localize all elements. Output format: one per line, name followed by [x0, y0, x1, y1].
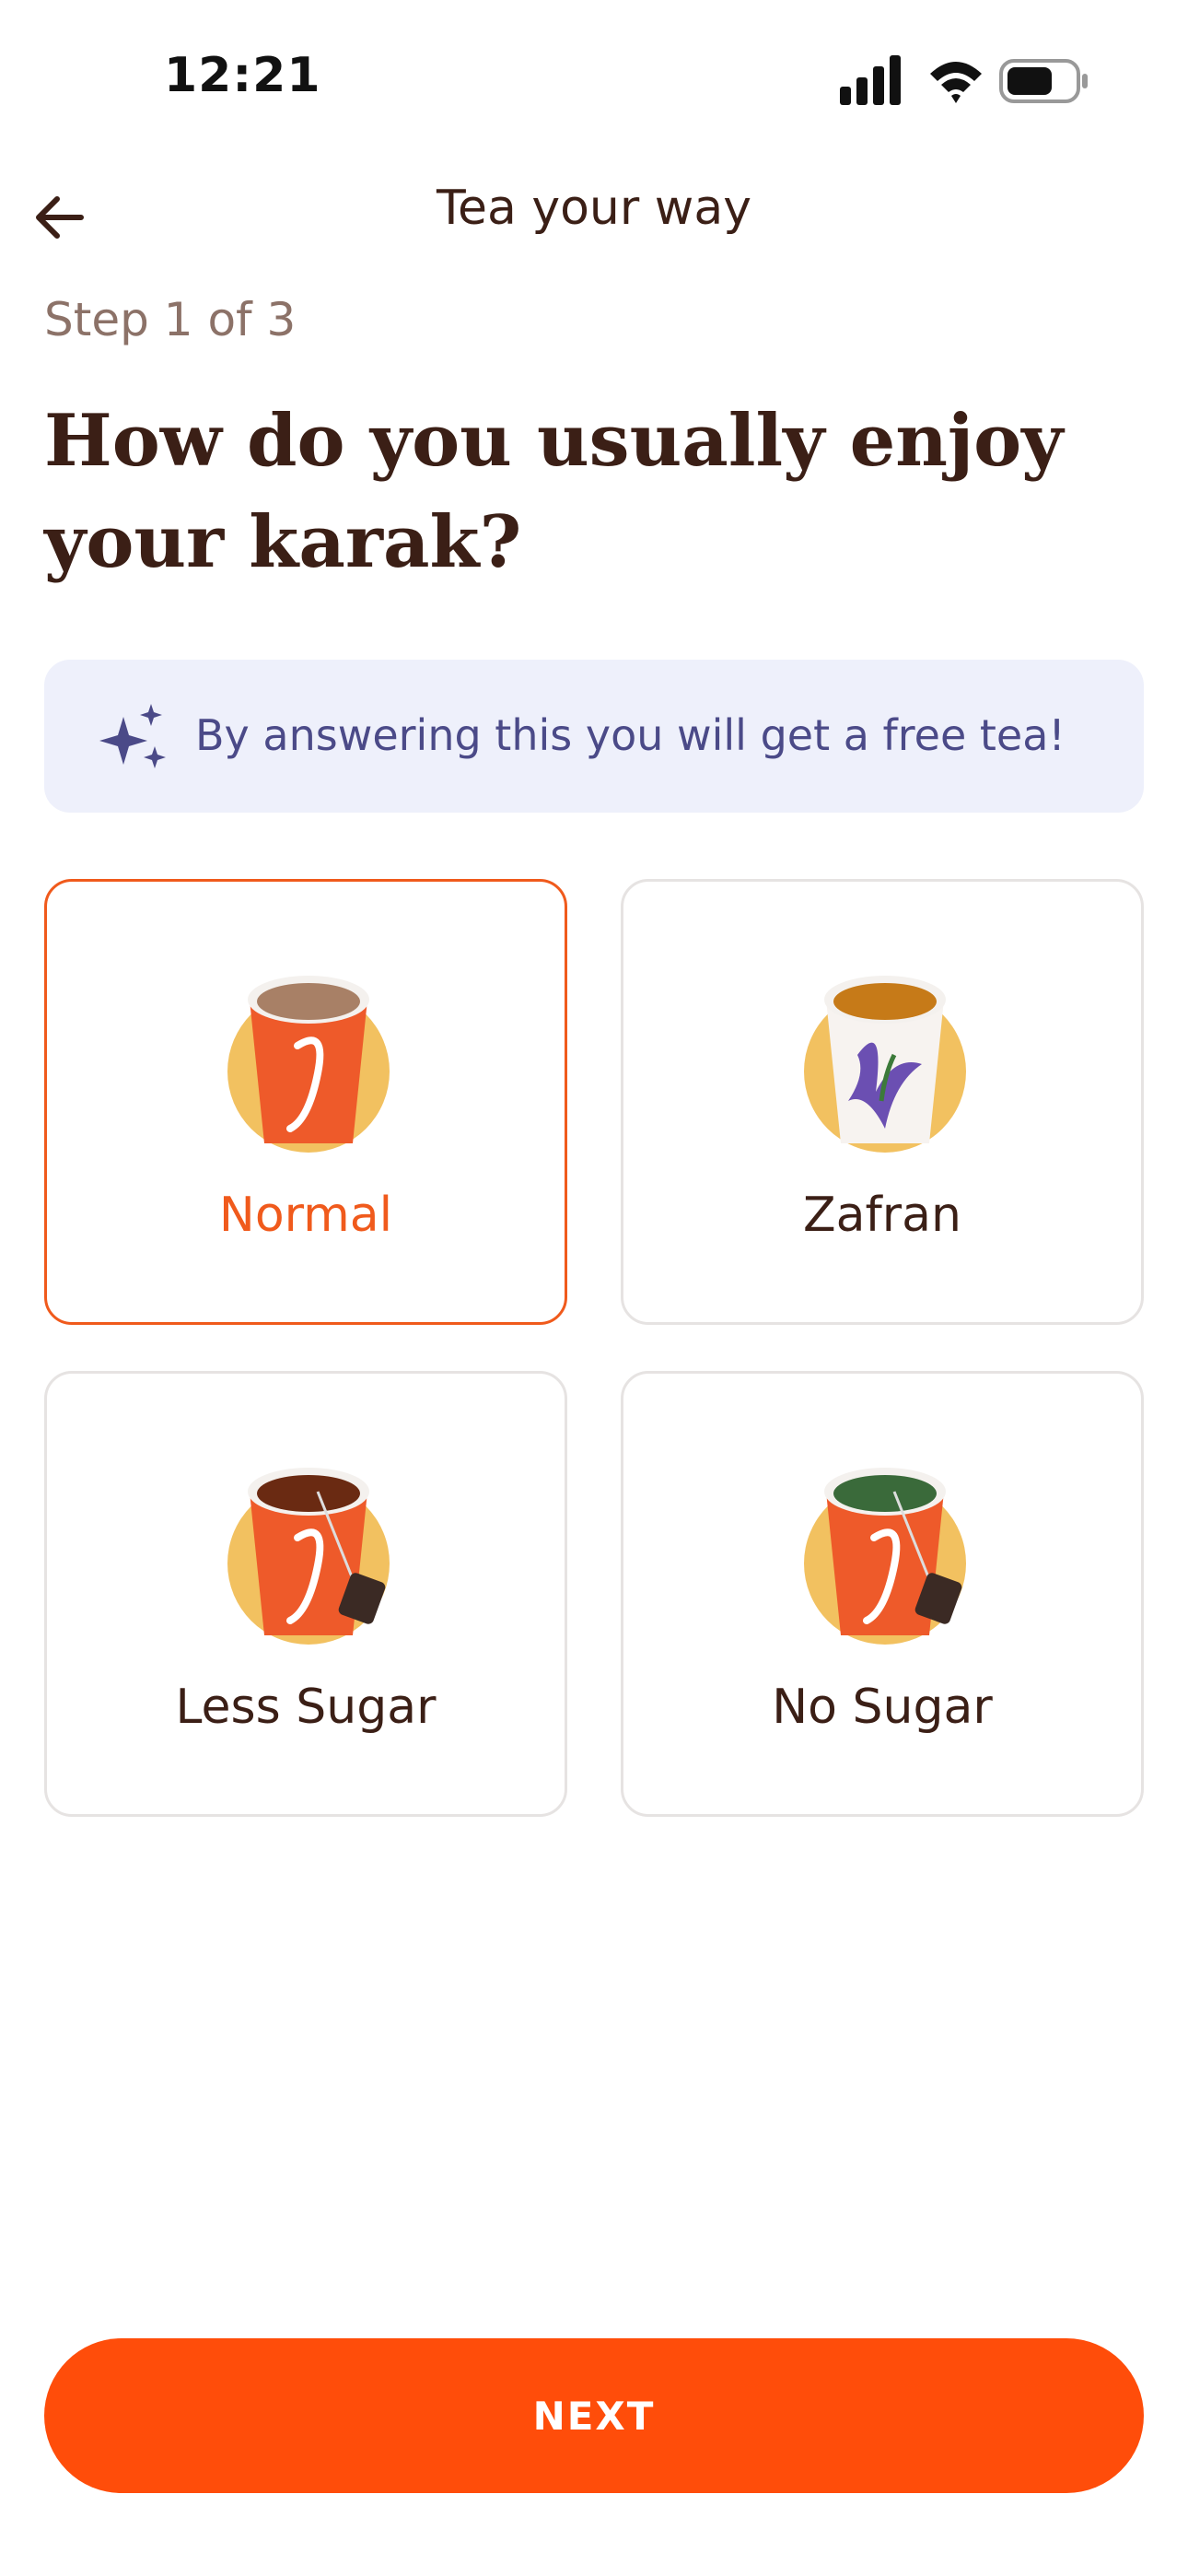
zafran-tea-cup-icon [804, 976, 966, 1153]
less-sugar-tea-cup-icon [227, 1468, 390, 1645]
promo-text: By answering this you will get a free te… [195, 710, 1066, 760]
sparkles-icon [99, 704, 166, 768]
cellular-signal-icon [840, 55, 901, 105]
option-card-no-sugar[interactable]: No Sugar [621, 1371, 1144, 1817]
status-bar: 12:21 [0, 0, 1188, 157]
wifi-icon [930, 62, 982, 103]
battery-icon [999, 59, 1088, 103]
next-button[interactable]: NEXT [44, 2338, 1144, 2493]
option-card-zafran[interactable]: Zafran [621, 879, 1144, 1325]
normal-tea-cup-icon [227, 976, 390, 1153]
no-sugar-tea-cup-icon [804, 1468, 966, 1645]
step-indicator: Step 1 of 3 [44, 293, 297, 346]
option-card-less-sugar[interactable]: Less Sugar [44, 1371, 567, 1817]
status-time: 12:21 [164, 48, 321, 103]
option-label: No Sugar [772, 1680, 993, 1735]
free-tea-banner: By answering this you will get a free te… [44, 660, 1144, 813]
question-heading: How do you usually enjoy your karak? [44, 399, 1064, 584]
option-label: Zafran [803, 1188, 961, 1243]
option-card-normal[interactable]: Normal [44, 879, 567, 1325]
option-label: Normal [218, 1188, 393, 1243]
page-title: Tea your way [437, 181, 751, 236]
option-label: Less Sugar [175, 1680, 437, 1735]
